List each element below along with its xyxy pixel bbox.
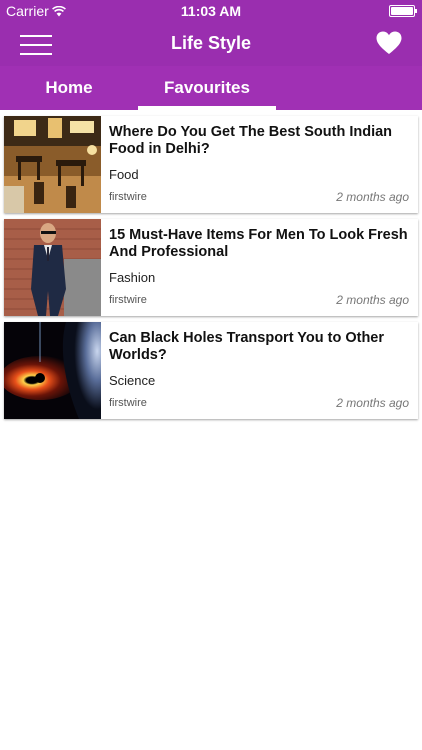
- article-card[interactable]: 15 Must-Have Items For Men To Look Fresh…: [4, 219, 418, 316]
- article-card[interactable]: Where Do You Get The Best South Indian F…: [4, 116, 418, 213]
- article-category: Food: [109, 167, 139, 182]
- battery-icon: [389, 5, 417, 17]
- clock-time: 11:03 AM: [180, 3, 242, 19]
- article-title: 15 Must-Have Items For Men To Look Fresh…: [109, 227, 408, 260]
- article-timestamp: 2 months ago: [336, 293, 409, 307]
- article-title: Can Black Holes Transport You to Other W…: [109, 330, 385, 363]
- black-hole-image: [4, 322, 101, 419]
- article-source: firstwire: [109, 397, 147, 409]
- article-card[interactable]: Can Black Holes Transport You to Other W…: [4, 322, 418, 419]
- article-timestamp: 2 months ago: [336, 396, 409, 410]
- article-category: Fashion: [109, 270, 156, 285]
- app-header: Carrier 11:03 AM Life Style Home Favouri…: [0, 0, 422, 110]
- article-category: Science: [109, 373, 156, 388]
- page-title: Life Style: [170, 33, 252, 53]
- heart-icon[interactable]: [376, 31, 402, 55]
- article-source: firstwire: [109, 191, 147, 203]
- status-bar: Carrier 11:03 AM: [0, 0, 422, 22]
- article-list: Where Do You Get The Best South Indian F…: [4, 116, 419, 425]
- tab-bar: Home Favourites: [0, 66, 422, 110]
- article-timestamp: 2 months ago: [336, 190, 409, 204]
- tab-favourites[interactable]: Favourites: [138, 66, 276, 110]
- man-in-suit-image: [4, 219, 101, 316]
- restaurant-interior-image: [4, 116, 101, 213]
- navigation-bar: Life Style: [0, 22, 422, 66]
- article-title: Where Do You Get The Best South Indian F…: [109, 124, 393, 157]
- tab-home[interactable]: Home: [0, 66, 138, 110]
- active-tab-indicator: [138, 106, 276, 110]
- article-source: firstwire: [109, 294, 147, 306]
